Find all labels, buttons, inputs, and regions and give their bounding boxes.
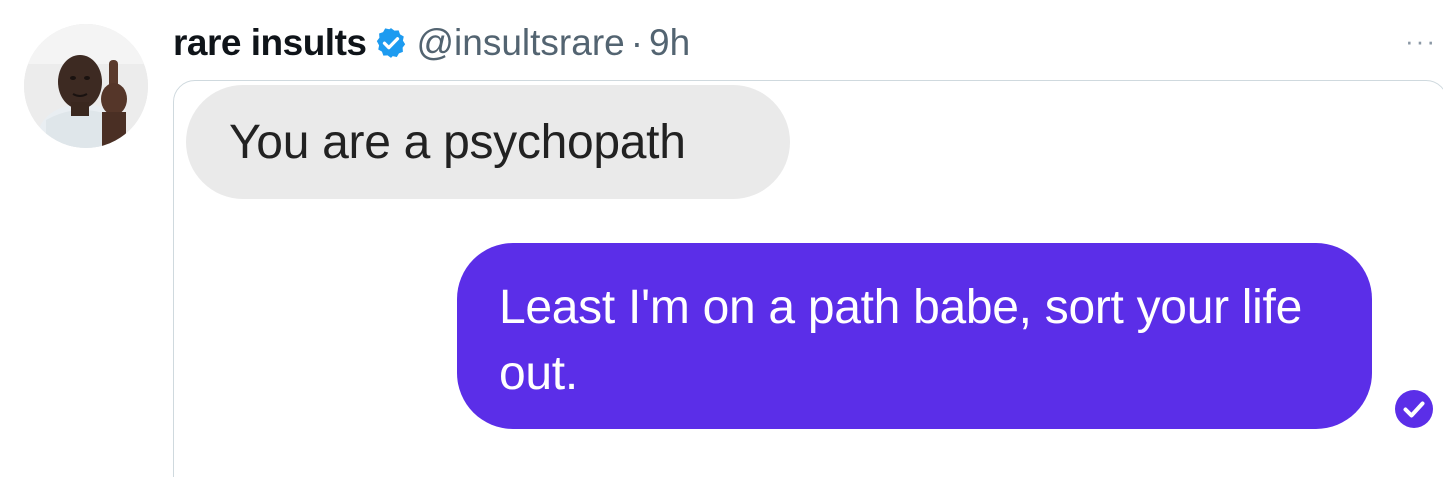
received-message-bubble: You are a psychopath	[186, 85, 790, 199]
timestamp[interactable]: 9h	[649, 22, 690, 64]
avatar[interactable]	[24, 24, 148, 148]
display-name[interactable]: rare insults	[173, 22, 367, 64]
separator-dot: ·	[630, 22, 644, 63]
tweet-media[interactable]: You are a psychopath Least I'm on a path…	[173, 80, 1443, 477]
avatar-image	[24, 24, 148, 148]
verified-badge-icon	[374, 26, 408, 60]
check-circle-icon	[1395, 390, 1433, 428]
tweet-header: rare insults @insultsrare · 9h	[173, 18, 690, 68]
tweet[interactable]: rare insults @insultsrare · 9h ··· You a…	[0, 0, 1443, 477]
received-message-text: You are a psychopath	[229, 115, 686, 169]
sent-message-bubble: Least I'm on a path babe, sort your life…	[457, 243, 1372, 429]
sent-message-text: Least I'm on a path babe, sort your life…	[499, 281, 1302, 400]
user-handle[interactable]: @insultsrare	[416, 22, 624, 64]
more-options-icon[interactable]: ···	[1405, 26, 1437, 57]
